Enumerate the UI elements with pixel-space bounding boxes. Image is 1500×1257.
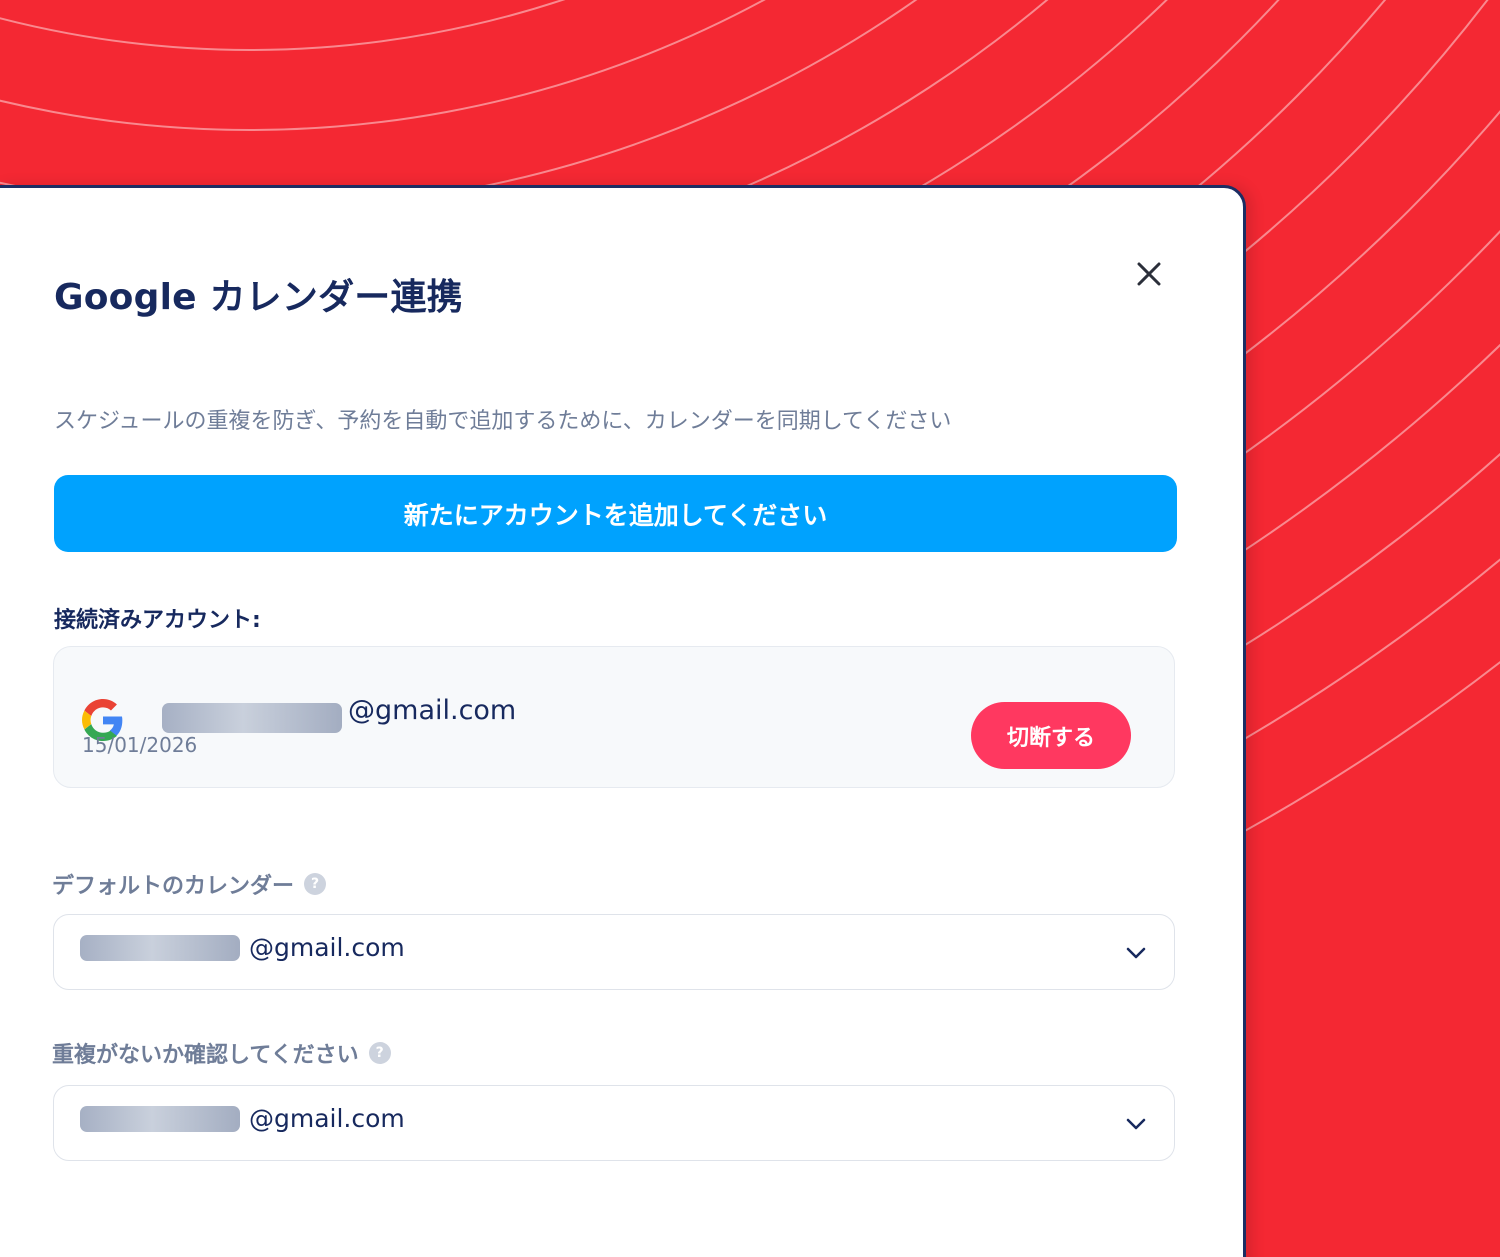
redacted-email-username bbox=[80, 935, 240, 961]
conflict-check-value: @gmail.com bbox=[249, 1104, 405, 1133]
default-calendar-select[interactable]: @gmail.com bbox=[53, 914, 1175, 990]
conflict-check-select[interactable]: @gmail.com bbox=[53, 1085, 1175, 1161]
default-calendar-label: デフォルトのカレンダー ? bbox=[52, 868, 327, 900]
add-account-button[interactable]: 新たにアカウントを追加してください bbox=[54, 475, 1177, 552]
calendar-integration-modal: Google カレンダー連携 スケジュールの重複を防ぎ、予約を自動で追加するため… bbox=[0, 185, 1246, 1257]
account-connected-date: 15/01/2026 bbox=[82, 733, 198, 757]
account-email: @gmail.com bbox=[348, 695, 517, 726]
disconnect-button[interactable]: 切断する bbox=[971, 702, 1131, 769]
modal-description: スケジュールの重複を防ぎ、予約を自動で追加するために、カレンダーを同期してくださ… bbox=[54, 409, 952, 434]
redacted-email-username bbox=[162, 703, 342, 733]
modal-title: Google カレンダー連携 bbox=[54, 277, 463, 318]
default-calendar-value: @gmail.com bbox=[249, 933, 405, 962]
connected-accounts-label: 接続済みアカウント: bbox=[54, 608, 261, 633]
help-icon[interactable]: ? bbox=[304, 873, 327, 895]
help-icon[interactable]: ? bbox=[368, 1042, 391, 1064]
chevron-down-icon bbox=[1126, 947, 1146, 959]
connected-account-card: @gmail.com 15/01/2026 切断する bbox=[53, 646, 1175, 788]
chevron-down-icon bbox=[1126, 1118, 1146, 1130]
close-button[interactable] bbox=[1131, 256, 1167, 292]
default-calendar-label-text: デフォルトのカレンダー bbox=[52, 874, 295, 899]
close-icon bbox=[1137, 262, 1161, 286]
conflict-check-label: 重複がないか確認してください ? bbox=[52, 1037, 391, 1069]
redacted-email-username bbox=[80, 1106, 240, 1132]
conflict-check-label-text: 重複がないか確認してください bbox=[52, 1043, 359, 1068]
